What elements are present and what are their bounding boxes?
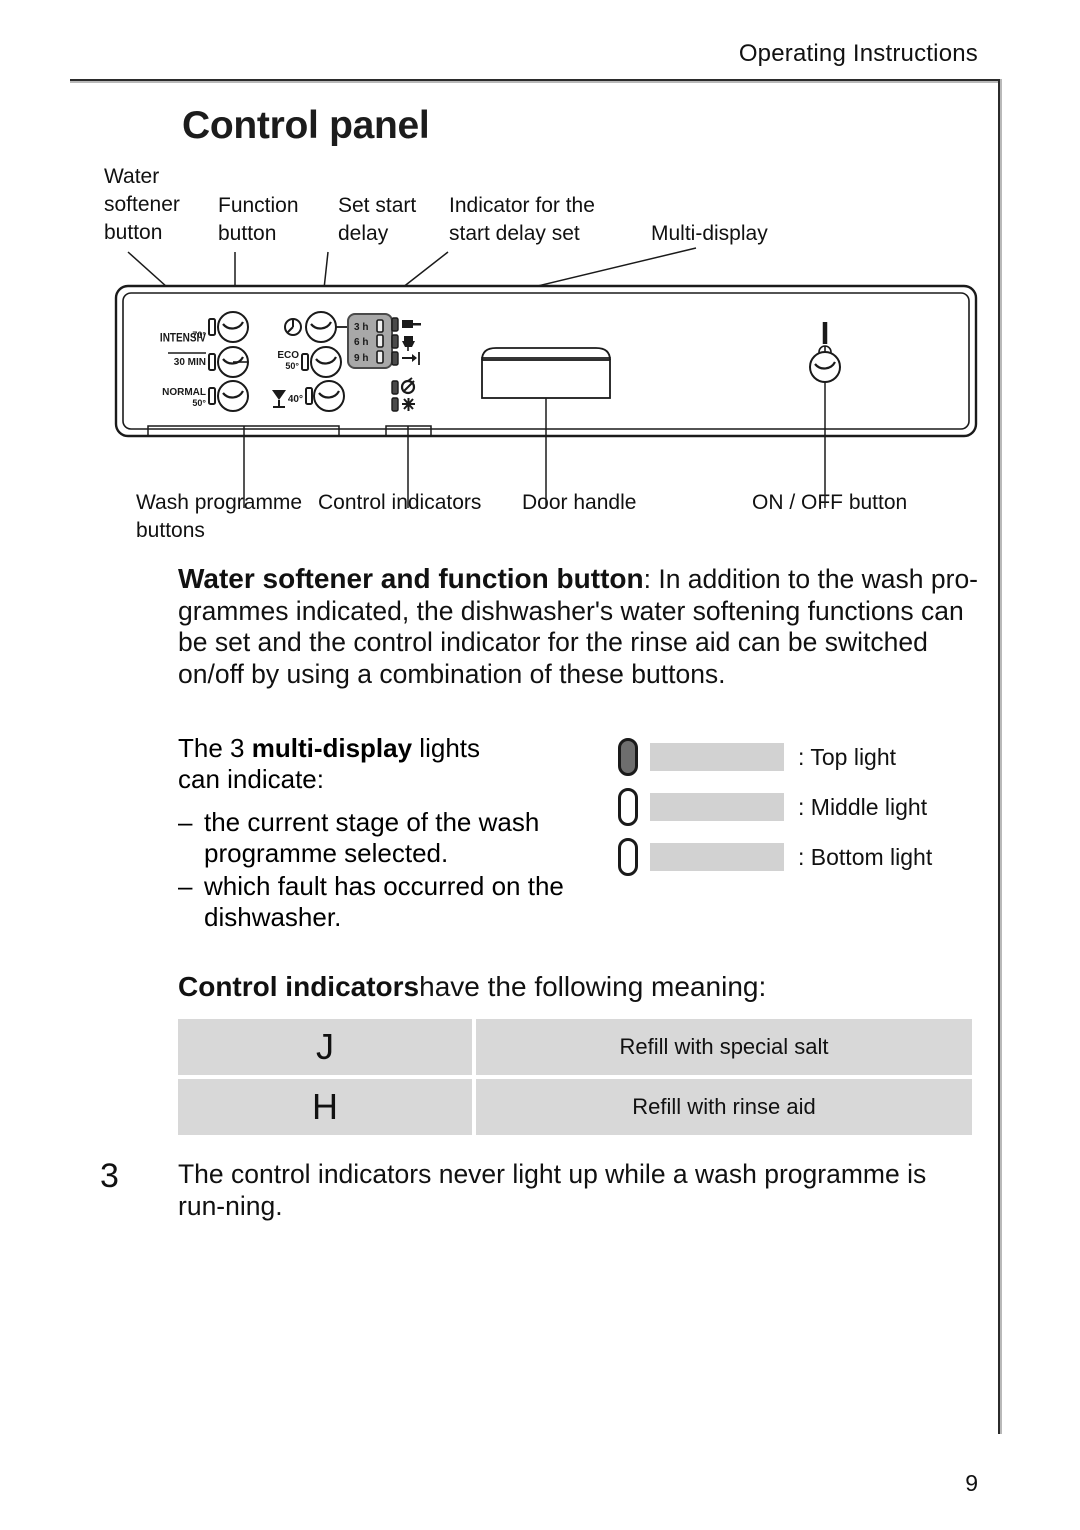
table-row: H Refill with rinse aid [178,1079,972,1135]
list-item: – the current stage of the wash programm… [178,807,578,869]
label-30min: 30 MIN [174,357,206,368]
list-item: – which fault has occurred on the dishwa… [178,871,578,933]
light-legend-row: : Bottom light [618,832,932,882]
table-cell-symbol: J [178,1019,472,1075]
multi-display-lead: The 3 multi-display lights can indicate: [178,733,578,795]
led-indicator-icon [208,318,216,336]
control-indicators-heading-bold: Control indicators [178,971,420,1002]
label-eco-line1: ECO [277,350,299,361]
table-cell-meaning: Refill with special salt [476,1019,972,1075]
led-indicator-icon [208,353,216,371]
middle-light-icon [618,788,638,826]
label-eco-line2: 50° [285,361,299,371]
led-indicator-icon [305,387,313,405]
light-legend-row: : Middle light [618,782,932,832]
table-row: J Refill with special salt [178,1019,972,1075]
paragraph-water-softener: Water softener and function button: In a… [178,563,982,690]
control-indicators-heading-rest: have the following meaning: [419,971,767,1002]
table-cell-meaning: Refill with rinse aid [476,1079,972,1135]
list-item-text: the current stage of the wash programme … [204,807,540,868]
note-marker: 3 [100,1157,119,1195]
multi-lead-part2: lights [412,733,480,763]
delay-option-9h: 9 h [354,353,368,364]
page-title: Control panel [182,104,430,147]
multi-display-explanation: The 3 multi-display lights can indicate:… [178,733,578,935]
page-border-right [998,79,1000,1434]
list-dash: – [178,871,193,901]
callout-water-softener-button: Water softener button [104,165,180,244]
list-dash: – [178,807,193,837]
light-legend-row: : Top light [618,732,932,782]
multi-display-list: – the current stage of the wash programm… [178,807,578,933]
led-indicator-icon [301,353,309,371]
light-bar [650,793,784,821]
multi-lead-part3: can indicate: [178,764,324,794]
multi-display-light-legend: : Top light : Middle light : Bottom ligh… [618,732,932,882]
light-bar [650,843,784,871]
top-light-icon [618,738,638,776]
control-indicators-heading: Control indicatorshave the following mea… [178,971,766,1003]
label-normal-line1: NORMAL [162,387,206,398]
header-title: Operating Instructions [738,40,978,67]
control-indicators-table: J Refill with special salt H Refill with… [178,1019,972,1139]
light-legend-label: : Top light [798,743,897,770]
light-legend-label: : Middle light [798,793,928,820]
header-rule [70,79,1000,81]
multi-lead-part1: The 3 [178,733,252,763]
note-block: 3 The control indicators never light up … [100,1159,980,1222]
note-text: The control indicators never light up wh… [178,1159,927,1221]
table-cell-symbol: H [178,1079,472,1135]
light-bar [650,743,784,771]
multi-lead-bold: multi-display [251,733,413,763]
list-item-text: which fault has occurred on the dishwash… [204,871,564,932]
start-delay-display: 3 h 6 h 9 h [347,313,393,369]
light-legend-label: : Bottom light [798,843,933,870]
control-panel-diagram: INTENSIV 70° 30 MIN NORMAL 50° ECO 50° 4… [114,247,978,508]
delay-option-3h: 3 h [354,322,368,333]
delay-option-6h: 6 h [354,337,368,348]
paragraph-water-softener-lead: Water softener and function button [178,563,644,594]
label-glass-temp: 40° [288,394,303,405]
label-normal-line2: 50° [192,398,206,408]
label-intensiv-line2: 70° [192,330,206,340]
page-number: 9 [965,1470,978,1496]
door-handle[interactable] [481,347,611,399]
led-indicator-icon [208,387,216,405]
bottom-light-icon [618,838,638,876]
